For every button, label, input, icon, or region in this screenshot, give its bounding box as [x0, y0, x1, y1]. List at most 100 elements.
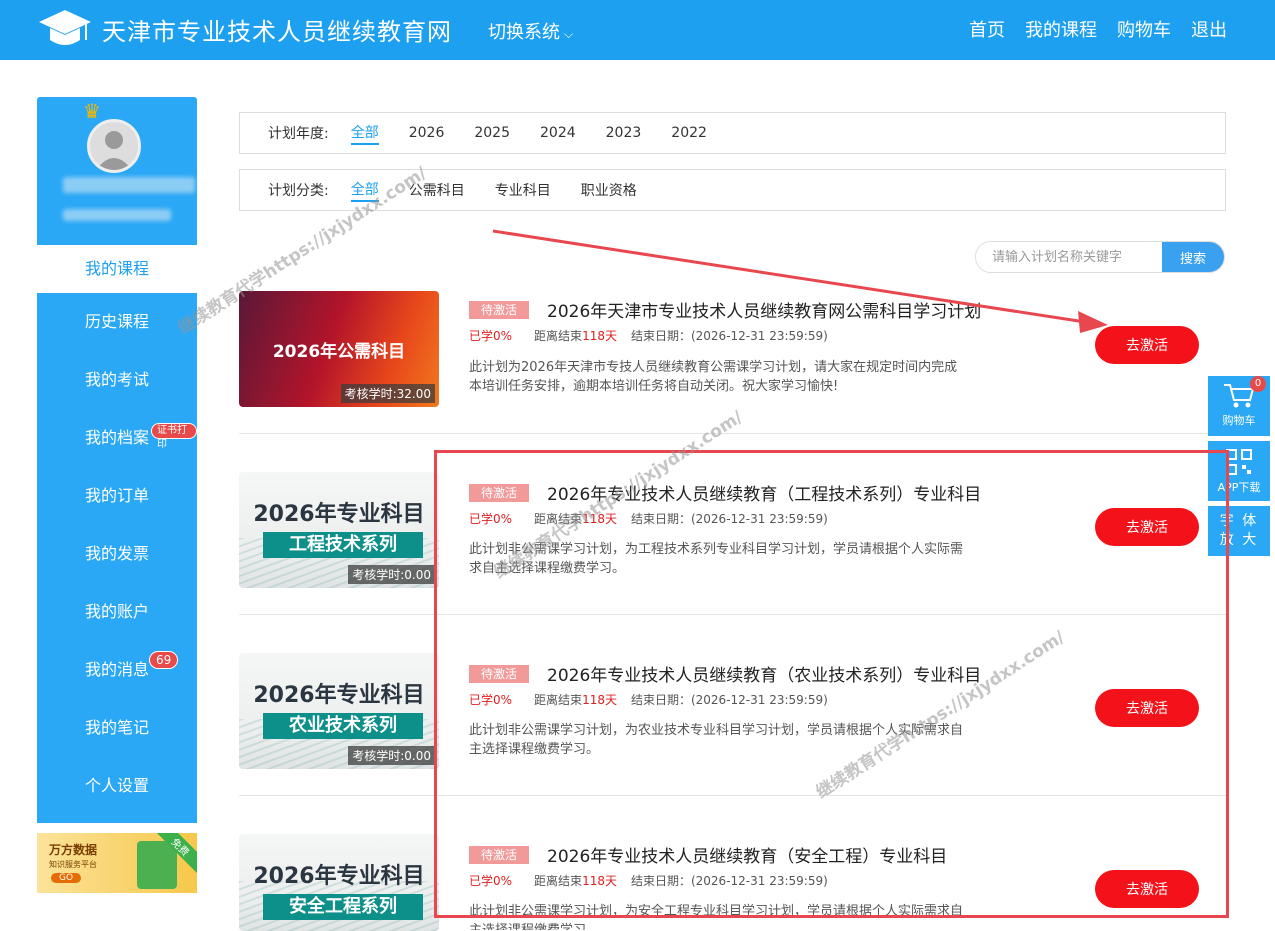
activate-button[interactable]: 去激活 — [1095, 508, 1199, 546]
course-card-engineering: 2026年专业科目 工程技术系列 考核学时:0.00 待激活 2026年专业技术… — [239, 433, 1226, 613]
certificate-print-badge[interactable]: 证书打印 — [151, 423, 197, 450]
year-option-2025[interactable]: 2025 — [474, 125, 510, 141]
sidebar-item-orders[interactable]: 我的订单 — [37, 467, 197, 525]
course-title[interactable]: 2026年天津市专业技术人员继续教育网公需科目学习计划 — [547, 297, 981, 322]
end-date: 结束日期：(2026-12-31 23:59:59) — [630, 512, 828, 526]
year-option-2026[interactable]: 2026 — [409, 125, 445, 141]
course-title[interactable]: 2026年专业技术人员继续教育（农业技术系列）专业科目 — [547, 661, 981, 686]
course-description: 此计划非公需课学习计划，为农业技术专业科目学习计划，学员请根据个人实际需求自主选… — [469, 723, 964, 757]
year-option-all[interactable]: 全部 — [350, 122, 379, 145]
progress-text: 已学0% — [469, 693, 513, 707]
sidebar-item-account[interactable]: 我的账户 — [37, 583, 197, 641]
ad-go-button[interactable]: GO — [51, 873, 82, 883]
search-button[interactable]: 搜索 — [1162, 242, 1224, 272]
end-date: 结束日期：(2026-12-31 23:59:59) — [630, 874, 828, 888]
thumbnail-title: 2026年公需科目 — [272, 342, 406, 362]
year-option-2022[interactable]: 2022 — [671, 125, 707, 141]
sidebar-item-settings[interactable]: 个人设置 — [37, 757, 197, 815]
qr-code-icon — [1226, 449, 1252, 475]
plan-search-input[interactable] — [976, 242, 1162, 272]
thumbnail-title: 2026年专业科目 — [253, 683, 425, 708]
remaining-label: 距离结束 — [534, 874, 583, 888]
sidebar-item-notes[interactable]: 我的笔记 — [37, 699, 197, 757]
remaining-days: 118天 — [582, 329, 617, 343]
sidebar-item-invoices[interactable]: 我的发票 — [37, 525, 197, 583]
category-option-professional[interactable]: 专业科目 — [495, 180, 551, 200]
assessment-hours: 考核学时:0.00 — [348, 746, 435, 765]
category-filter: 计划分类: 全部 公需科目 专业科目 职业资格 — [239, 169, 1226, 211]
top-bar: 天津市专业技术人员继续教育网 切换系统 ⌵ 首页 我的课程 购物车 退出 — [0, 0, 1275, 60]
activate-button[interactable]: 去激活 — [1095, 870, 1199, 908]
wanfang-ad-banner[interactable]: 万方数据 知识服务平台 GO 免费 — [37, 833, 197, 893]
nav-logout[interactable]: 退出 — [1191, 16, 1227, 42]
course-thumbnail[interactable]: 2026年专业科目 安全工程系列 — [239, 834, 439, 931]
remaining-days: 118天 — [582, 693, 617, 707]
course-card-agriculture: 2026年专业科目 农业技术系列 考核学时:0.00 待激活 2026年专业技术… — [239, 614, 1226, 794]
course-meta: 已学0% 距离结束118天 结束日期：(2026-12-31 23:59:59) — [469, 691, 828, 708]
crown-icon: ♛ — [83, 99, 101, 123]
float-font-enlarge[interactable]: 字 体 放 大 — [1208, 506, 1270, 556]
chevron-down-icon: ⌵ — [564, 27, 574, 41]
avatar[interactable] — [87, 119, 141, 173]
thumbnail-series: 工程技术系列 — [263, 532, 423, 558]
thumbnail-title: 2026年专业科目 — [253, 864, 425, 889]
course-description: 此计划为2026年天津市专技人员继续教育公需课学习计划，请大家在规定时间内完成本… — [469, 360, 958, 394]
progress-text: 已学0% — [469, 874, 513, 888]
nav-my-courses[interactable]: 我的课程 — [1025, 16, 1097, 42]
float-app-label: APP下载 — [1217, 481, 1261, 494]
progress-text: 已学0% — [469, 329, 513, 343]
year-option-2024[interactable]: 2024 — [540, 125, 576, 141]
category-option-all[interactable]: 全部 — [350, 179, 379, 202]
float-font-label: 字 体 放 大 — [1219, 513, 1259, 548]
nav-home[interactable]: 首页 — [969, 16, 1005, 42]
course-meta: 已学0% 距离结束118天 结束日期：(2026-12-31 23:59:59) — [469, 872, 828, 889]
activate-button[interactable]: 去激活 — [1095, 689, 1199, 727]
status-badge: 待激活 — [469, 484, 530, 502]
category-option-public[interactable]: 公需科目 — [409, 180, 465, 200]
ad-subtitle: 知识服务平台 — [49, 860, 97, 869]
assessment-hours: 考核学时:32.00 — [340, 384, 435, 403]
category-option-qualification[interactable]: 职业资格 — [581, 180, 637, 200]
top-nav: 首页 我的课程 购物车 退出 — [969, 16, 1227, 42]
course-description: 此计划非公需课学习计划，为安全工程专业科目学习计划，学员请根据个人实际需求自主选… — [469, 904, 964, 930]
course-description: 此计划非公需课学习计划，为工程技术系列专业科目学习计划，学员请根据个人实际需求自… — [469, 542, 964, 576]
end-date: 结束日期：(2026-12-31 23:59:59) — [630, 693, 828, 707]
float-cart-button[interactable]: 购物车 0 — [1208, 376, 1270, 436]
status-badge: 待激活 — [469, 846, 530, 864]
cart-count-badge: 0 — [1250, 376, 1266, 392]
remaining-label: 距离结束 — [534, 329, 583, 343]
sidebar-item-exams[interactable]: 我的考试 — [37, 351, 197, 409]
course-card-safety: 2026年专业科目 安全工程系列 待激活 2026年专业技术人员继续教育（安全工… — [239, 795, 1226, 931]
activate-button[interactable]: 去激活 — [1095, 326, 1199, 364]
remaining-label: 距离结束 — [534, 512, 583, 526]
blurred-username — [63, 177, 195, 193]
graduation-cap-icon — [39, 10, 91, 45]
course-title[interactable]: 2026年专业技术人员继续教育（安全工程）专业科目 — [547, 842, 947, 867]
thumbnail-series: 农业技术系列 — [263, 713, 423, 739]
plan-search: 搜索 — [975, 241, 1225, 273]
course-title[interactable]: 2026年专业技术人员继续教育（工程技术系列）专业科目 — [547, 480, 981, 505]
sidebar-item-my-courses[interactable]: 我的课程 — [37, 245, 197, 293]
sidebar-menu: 历史课程 我的考试 我的档案 证书打印 我的订单 我的发票 我的账户 我的消息 69… — [37, 293, 197, 823]
progress-text: 已学0% — [469, 512, 513, 526]
year-filter-label: 计划年度: — [268, 126, 329, 142]
float-app-download[interactable]: APP下载 — [1208, 441, 1270, 501]
switch-system-label: 切换系统 — [488, 22, 560, 43]
year-option-2023[interactable]: 2023 — [606, 125, 642, 141]
sidebar-item-messages[interactable]: 我的消息 69 — [37, 641, 197, 699]
sidebar-item-archive[interactable]: 我的档案 证书打印 — [37, 409, 197, 467]
course-thumbnail[interactable]: 2026年专业科目 农业技术系列 考核学时:0.00 — [239, 653, 439, 769]
nav-cart[interactable]: 购物车 — [1117, 16, 1171, 42]
switch-system-dropdown[interactable]: 切换系统 ⌵ — [488, 18, 573, 44]
course-thumbnail[interactable]: 2026年专业科目 工程技术系列 考核学时:0.00 — [239, 472, 439, 588]
sidebar: ♛ 我的课程 历史课程 我的考试 我的档案 证书打印 我的订单 我的发票 我的账户… — [37, 97, 197, 893]
sidebar-item-history[interactable]: 历史课程 — [37, 293, 197, 351]
float-cart-label: 购物车 — [1222, 414, 1256, 427]
user-profile: ♛ — [37, 97, 197, 245]
book-icon — [137, 841, 177, 889]
blurred-userinfo — [63, 209, 171, 221]
user-icon — [96, 131, 132, 170]
remaining-label: 距离结束 — [534, 693, 583, 707]
course-thumbnail[interactable]: 2026年公需科目 考核学时:32.00 — [239, 291, 439, 407]
status-badge: 待激活 — [469, 665, 530, 683]
